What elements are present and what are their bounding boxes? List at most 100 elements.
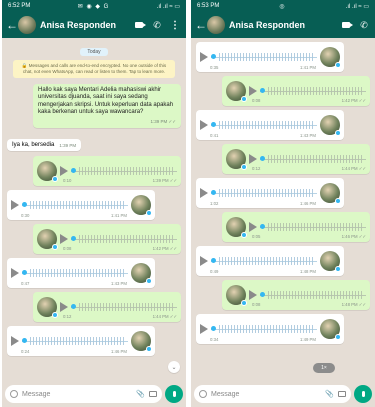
incoming-voice-message[interactable]: 1:02 1:46 PM [196, 178, 344, 208]
voice-duration: 1:02 [210, 201, 219, 206]
camera-icon[interactable] [338, 391, 346, 397]
incoming-voice-message[interactable]: 0:24 1:46 PM [7, 326, 155, 357]
emoji-icon[interactable] [10, 390, 18, 398]
waveform-slider[interactable] [211, 120, 317, 130]
play-icon[interactable] [11, 336, 19, 347]
playback-speed-chip[interactable]: 1× [313, 363, 335, 373]
voice-meta: 1:02 1:46 PM [210, 201, 316, 206]
incoming-voice-message[interactable]: 0:41 1:43 PM [196, 110, 344, 140]
play-icon[interactable] [200, 188, 208, 198]
play-icon[interactable] [60, 166, 68, 177]
waveform-slider[interactable] [22, 336, 128, 346]
play-icon[interactable] [60, 302, 68, 313]
voice-mic-badge-icon [335, 62, 341, 68]
voice-duration: 0:12 [252, 166, 261, 171]
voice-mic-badge-icon [335, 266, 341, 272]
outgoing-voice-message[interactable]: 0:08 1:42 PM ✓✓ [222, 76, 370, 106]
contact-name[interactable]: Anisa Responden [229, 20, 335, 30]
camera-icon[interactable] [149, 391, 157, 397]
waveform-slider[interactable] [71, 302, 177, 312]
voice-duration: 0:08 [63, 246, 72, 252]
play-icon[interactable] [200, 52, 208, 62]
encryption-notice[interactable]: 🔒 Messages and calls are end-to-end encr… [13, 60, 175, 78]
waveform-slider[interactable] [211, 52, 317, 62]
voice-meta: 0:47 1:43 PM [21, 281, 127, 286]
voice-meta: 0:10 1:39 PM ✓✓ [63, 178, 177, 184]
message-time: 1:41 PM [299, 65, 316, 70]
outgoing-voice-message[interactable]: 0:08 1:42 PM ✓✓ [33, 224, 181, 255]
voice-meta: 0:12 1:44 PM ✓✓ [63, 314, 177, 320]
incoming-voice-message[interactable]: 0:49 1:48 PM [196, 246, 344, 276]
message-list[interactable]: 0:35 1:41 PM 0:08 1:42 PM ✓✓ 0:41 1:43 PM 0:12… [191, 38, 375, 381]
back-arrow-icon[interactable]: ← [6, 18, 18, 32]
incoming-voice-message[interactable]: 0:35 1:41 PM [196, 42, 344, 72]
contact-avatar[interactable] [207, 16, 225, 34]
sender-avatar [320, 251, 341, 272]
more-options-icon[interactable]: ⋮ [168, 20, 182, 31]
message-input[interactable]: Message 📎 [5, 385, 162, 403]
video-call-icon[interactable] [132, 22, 146, 28]
back-arrow-icon[interactable]: ← [195, 18, 207, 32]
play-icon[interactable] [60, 234, 68, 245]
play-icon[interactable] [200, 120, 208, 130]
voice-duration: 0:47 [21, 281, 30, 287]
mic-button[interactable] [165, 385, 183, 403]
voice-duration: 0:05 [252, 234, 261, 239]
incoming-voice-message[interactable]: 0:47 1:43 PM [7, 258, 155, 289]
voice-duration: 0:30 [21, 213, 30, 219]
chat-screen-left: 6:52 PM ✉ ◉ ◆ G .ıl .ıl ≈ ▭ ← Anisa Resp… [2, 0, 186, 407]
incoming-voice-message[interactable]: 0:34 1:49 PM [196, 314, 344, 344]
play-icon[interactable] [200, 256, 208, 266]
voice-mic-badge-icon [146, 210, 152, 217]
play-icon[interactable] [11, 200, 19, 211]
voice-meta: 0:35 1:41 PM [210, 65, 316, 70]
outgoing-voice-message[interactable]: 0:12 1:44 PM ✓✓ [33, 292, 181, 323]
mic-button[interactable] [354, 385, 372, 403]
play-icon[interactable] [200, 324, 208, 334]
waveform-slider[interactable] [211, 188, 317, 198]
waveform-slider[interactable] [211, 256, 317, 266]
outgoing-voice-message[interactable]: 0:08 1:48 PM ✓✓ [222, 280, 370, 310]
attach-icon[interactable]: 📎 [325, 390, 334, 398]
outgoing-voice-message[interactable]: 0:05 1:46 PM ✓✓ [222, 212, 370, 242]
play-icon[interactable] [11, 268, 19, 279]
incoming-text-message[interactable]: Iya ka, bersedia 1:39 PM [7, 139, 82, 152]
sender-avatar [37, 161, 58, 183]
waveform-slider[interactable] [260, 86, 366, 96]
waveform-slider[interactable] [22, 268, 128, 278]
waveform-slider[interactable] [260, 290, 366, 300]
message-time: 1:43 PM [110, 281, 127, 287]
message-list[interactable]: Today 🔒 Messages and calls are end-to-en… [2, 38, 186, 381]
video-call-icon[interactable] [339, 22, 353, 28]
composer-bar: Message 📎 [194, 385, 372, 403]
outgoing-voice-message[interactable]: 0:10 1:39 PM ✓✓ [33, 156, 181, 187]
waveform-slider[interactable] [22, 200, 128, 210]
incoming-voice-message[interactable]: 0:30 1:41 PM [7, 190, 155, 221]
message-input[interactable]: Message 📎 [194, 385, 351, 403]
outgoing-voice-message[interactable]: 0:12 1:44 PM ✓✓ [222, 144, 370, 174]
voice-mic-badge-icon [52, 312, 58, 319]
waveform-slider[interactable] [71, 234, 177, 244]
waveform-slider[interactable] [71, 166, 177, 176]
contact-avatar[interactable] [18, 16, 36, 34]
play-icon[interactable] [249, 86, 257, 96]
emoji-icon[interactable] [199, 390, 207, 398]
waveform-slider[interactable] [260, 222, 366, 232]
voice-call-icon[interactable]: ✆ [150, 20, 164, 31]
chat-header: ← Anisa Responden ✆ [191, 12, 375, 38]
attach-icon[interactable]: 📎 [136, 390, 145, 398]
outgoing-text-message[interactable]: Hallo kak saya Mentari Adelia mahasiswi … [33, 84, 181, 129]
voice-call-icon[interactable]: ✆ [357, 20, 371, 31]
play-icon[interactable] [249, 222, 257, 232]
play-icon[interactable] [249, 154, 257, 164]
voice-duration: 0:24 [21, 349, 30, 355]
contact-name[interactable]: Anisa Responden [40, 20, 128, 30]
waveform-slider[interactable] [211, 324, 317, 334]
message-text: Hallo kak saya Mentari Adelia mahasiswi … [38, 87, 174, 116]
waveform-slider[interactable] [260, 154, 366, 164]
play-icon[interactable] [249, 290, 257, 300]
chat-header: ← Anisa Responden ✆ ⋮ [2, 12, 186, 38]
scroll-down-button[interactable]: ⌄ [168, 361, 180, 373]
sender-avatar [320, 319, 341, 340]
message-time: 1:42 PM ✓✓ [152, 246, 177, 252]
